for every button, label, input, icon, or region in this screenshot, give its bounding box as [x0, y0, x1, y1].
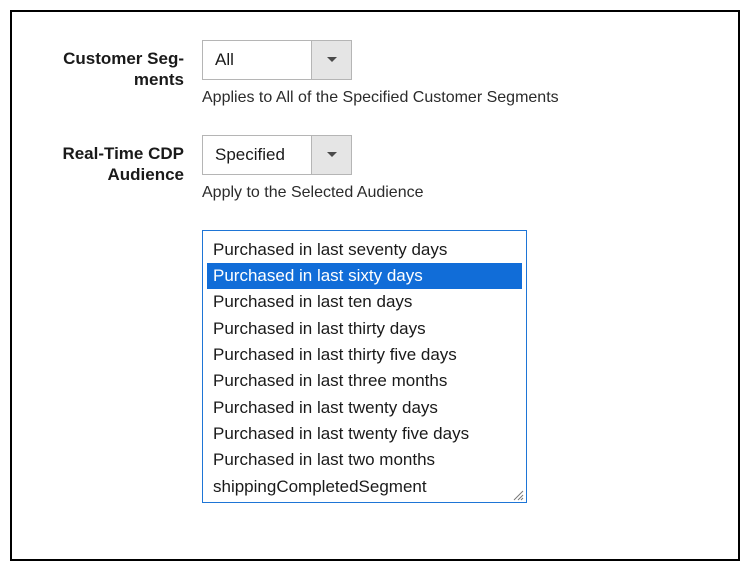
customer-segments-dropdown[interactable]: All	[202, 40, 352, 80]
cdp-audience-dropdown-trigger[interactable]	[311, 136, 351, 174]
audience-option[interactable]: Purchased in last thirty days	[207, 316, 522, 342]
audience-option[interactable]: Purchased in last two months	[207, 447, 522, 473]
customer-segments-dropdown-value: All	[203, 41, 311, 79]
customer-segments-label: Customer Seg- ments	[22, 40, 202, 91]
cdp-audience-dropdown[interactable]: Specified	[202, 135, 352, 175]
cdp-audience-controls: Specified Apply to the Selected Audience	[202, 135, 704, 204]
resize-grip-icon	[512, 489, 524, 501]
audience-option[interactable]: Purchased in last ten days	[207, 289, 522, 315]
cdp-audience-row: Real-Time CDP Audience Specified Apply t…	[22, 135, 704, 204]
audience-listbox-spacer	[22, 226, 202, 234]
customer-segments-helper: Applies to All of the Specified Customer…	[202, 88, 704, 109]
chevron-down-icon	[326, 151, 338, 159]
customer-segments-controls: All Applies to All of the Specified Cust…	[202, 40, 704, 109]
audience-option[interactable]: Purchased in last thirty five days	[207, 342, 522, 368]
audience-listbox[interactable]: Purchased in last seventy daysPurchased …	[202, 230, 527, 503]
audience-option[interactable]: Purchased in last twenty five days	[207, 421, 522, 447]
audience-option[interactable]: Purchased in last sixty days	[207, 263, 522, 289]
cdp-audience-helper: Apply to the Selected Audience	[202, 183, 704, 204]
resize-handle[interactable]	[512, 488, 524, 500]
audience-option[interactable]: Purchased in last seventy days	[207, 237, 522, 263]
customer-segments-dropdown-trigger[interactable]	[311, 41, 351, 79]
audience-option[interactable]: Purchased in last twenty days	[207, 395, 522, 421]
audience-option[interactable]: Purchased in last three months	[207, 368, 522, 394]
audience-listbox-row: Purchased in last seventy daysPurchased …	[22, 226, 704, 503]
form-panel: Customer Seg- ments All Applies to All o…	[10, 10, 740, 561]
audience-option[interactable]: shippingCompletedSegment	[207, 474, 522, 500]
chevron-down-icon	[326, 56, 338, 64]
cdp-audience-dropdown-value: Specified	[203, 136, 311, 174]
customer-segments-row: Customer Seg- ments All Applies to All o…	[22, 40, 704, 109]
cdp-audience-label: Real-Time CDP Audience	[22, 135, 202, 186]
audience-listbox-wrap: Purchased in last seventy daysPurchased …	[202, 230, 704, 503]
